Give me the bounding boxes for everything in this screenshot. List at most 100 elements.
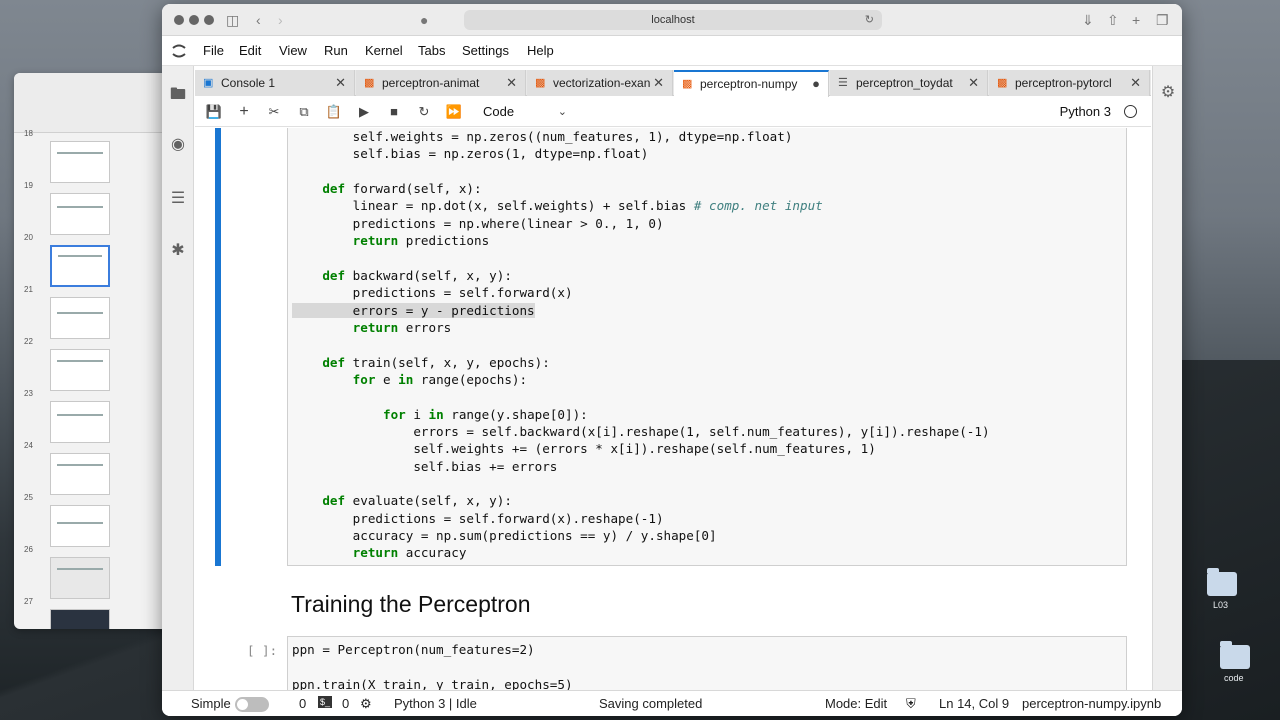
extensions-icon[interactable]: ✱ (169, 242, 187, 260)
unsaved-dot-icon[interactable]: ● (812, 72, 820, 96)
property-inspector-icon[interactable]: ⚙ (1159, 84, 1177, 102)
code-line: return predictions (352, 233, 490, 249)
folder-icon[interactable] (1207, 568, 1237, 596)
tab-bar: ▣ Console 1 ✕ ▩ perceptron-animat ✕ ▩ ve… (195, 70, 1151, 97)
close-icon[interactable]: ✕ (335, 70, 346, 96)
slide-thumbnail-selected[interactable] (50, 245, 110, 287)
add-cell-icon[interactable]: + (235, 103, 253, 121)
tab-label: perceptron-pytorcl (1015, 76, 1112, 90)
forward-arrow-icon[interactable]: › (278, 12, 283, 28)
kernel-name[interactable]: Python 3 (1060, 104, 1111, 119)
close-window-button[interactable] (174, 15, 184, 25)
slide-number: 21 (24, 285, 33, 294)
shield-icon[interactable]: ⛨ (906, 696, 916, 712)
tab-vectorization-exan[interactable]: ▩ vectorization-exan ✕ (527, 70, 673, 96)
minimize-window-button[interactable] (189, 15, 199, 25)
status-bar: Simple 0 $_ 0 ⚙ Python 3 | Idle Saving c… (162, 690, 1182, 716)
slide-thumbnail[interactable] (50, 453, 110, 495)
menu-kernel[interactable]: Kernel (365, 43, 403, 58)
share-icon[interactable]: ⇧ (1107, 12, 1119, 28)
menu-edit[interactable]: Edit (239, 43, 261, 58)
save-status: Saving completed (599, 696, 703, 711)
code-line: predictions = np.where(linear > 0., 1, 0… (292, 215, 664, 231)
back-arrow-icon[interactable]: ‹ (256, 12, 261, 28)
slide-thumbnail[interactable] (50, 297, 110, 339)
folder-icon[interactable] (1220, 641, 1250, 669)
code-line: def evaluate(self, x, y): (322, 493, 512, 509)
download-icon[interactable]: ⇓ (1082, 12, 1094, 28)
tab-overview-icon[interactable]: ❐ (1156, 12, 1169, 28)
code-line: ppn.train(X_train, y_train, epochs=5) (292, 677, 573, 690)
slide-thumbnail[interactable] (50, 505, 110, 547)
slide-thumbnail[interactable] (50, 609, 110, 629)
notebook-icon: ▩ (682, 78, 693, 90)
menu-help[interactable]: Help (527, 43, 554, 58)
restart-icon[interactable]: ↻ (415, 103, 433, 121)
stop-icon[interactable]: ■ (385, 103, 403, 121)
privacy-report-icon[interactable]: ● (420, 12, 428, 28)
address-bar[interactable]: localhost ↻ (464, 10, 882, 30)
browser-titlebar: ◫ ‹ › ● localhost ↻ ⇓ ⇧ + ❐ (162, 4, 1182, 36)
slide-number: 19 (24, 181, 33, 190)
tab-perceptron-numpy[interactable]: ▩ perceptron-numpy ● (674, 70, 829, 97)
code-line: ppn = Perceptron(num_features=2) (292, 642, 535, 657)
tab-perceptron-toydat[interactable]: ☰ perceptron_toydat ✕ (830, 70, 988, 96)
slide-thumbnail[interactable] (50, 401, 110, 443)
cut-icon[interactable]: ✂ (265, 103, 283, 121)
slide-number: 26 (24, 545, 33, 554)
menu-tabs[interactable]: Tabs (418, 43, 445, 58)
slide-thumbnail[interactable] (50, 557, 110, 599)
fast-forward-icon[interactable]: ⏩ (445, 103, 463, 121)
notebook-toolbar: 💾 + ✂ ⧉ 📋 ▶ ■ ↻ ⏩ Code ⌄ Python 3 (195, 97, 1151, 127)
menu-view[interactable]: View (279, 43, 307, 58)
zoom-window-button[interactable] (204, 15, 214, 25)
simple-mode-label: Simple (191, 696, 231, 711)
kernel-status[interactable]: Python 3 | Idle (394, 696, 477, 711)
code-cell-editor[interactable]: self.weights = np.zeros((num_features, 1… (287, 128, 1127, 566)
tab-perceptron-animat[interactable]: ▩ perceptron-animat ✕ (356, 70, 526, 96)
slide-thumbnail[interactable] (50, 193, 110, 235)
terminal-icon[interactable]: $_ (318, 696, 333, 708)
slide-thumbnail[interactable] (50, 349, 110, 391)
slide-thumbnail[interactable] (50, 141, 110, 183)
table-of-contents-icon[interactable]: ☰ (169, 190, 187, 208)
slide-number: 27 (24, 597, 33, 606)
menu-file[interactable]: File (203, 43, 224, 58)
tab-label: perceptron-animat (382, 76, 480, 90)
close-icon[interactable]: ✕ (1130, 70, 1141, 96)
code-line: def forward(self, x): (322, 181, 482, 197)
address-bar-url: localhost (651, 14, 695, 26)
reload-icon[interactable]: ↻ (865, 10, 874, 30)
notebook-icon: ▩ (535, 77, 546, 89)
save-icon[interactable]: 💾 (205, 103, 223, 121)
simple-mode-toggle[interactable] (235, 697, 269, 712)
slides-app-window: 18 19 20 21 22 23 24 25 26 27 (14, 73, 176, 629)
sidebar-toggle-icon[interactable]: ◫ (226, 12, 239, 28)
cell-type-select[interactable]: Code ⌄ (483, 102, 571, 122)
gear-icon[interactable]: ⚙ (360, 696, 372, 712)
close-icon[interactable]: ✕ (506, 70, 517, 96)
notebook-filename: perceptron-numpy.ipynb (1022, 696, 1162, 711)
paste-icon[interactable]: 📋 (325, 103, 343, 121)
new-tab-icon[interactable]: + (1132, 12, 1140, 28)
cursor-position[interactable]: Ln 14, Col 9 (939, 696, 1009, 711)
folder-icon[interactable]: 🖿 (169, 86, 187, 104)
kernel-count[interactable]: 0 (342, 696, 349, 711)
slide-number: 23 (24, 389, 33, 398)
jupyter-logo-icon (172, 44, 186, 58)
tab-perceptron-pytorcl[interactable]: ▩ perceptron-pytorcl ✕ (989, 70, 1150, 96)
notebook-icon: ▩ (364, 77, 375, 89)
close-icon[interactable]: ✕ (653, 70, 664, 96)
code-cell-editor-2[interactable]: ppn = Perceptron(num_features=2) ppn.tra… (287, 636, 1127, 690)
code-line: def backward(self, x, y): (322, 267, 512, 283)
console-icon: ▣ (203, 77, 214, 89)
menu-settings[interactable]: Settings (462, 43, 509, 58)
close-icon[interactable]: ✕ (968, 70, 979, 96)
run-icon[interactable]: ▶ (355, 103, 373, 121)
menu-run[interactable]: Run (324, 43, 348, 58)
terminal-count[interactable]: 0 (299, 696, 306, 711)
notebook-content[interactable]: self.weights = np.zeros((num_features, 1… (195, 128, 1151, 690)
copy-icon[interactable]: ⧉ (295, 103, 313, 121)
tab-console-1[interactable]: ▣ Console 1 ✕ (195, 70, 355, 96)
running-sessions-icon[interactable]: ◉ (169, 136, 187, 154)
